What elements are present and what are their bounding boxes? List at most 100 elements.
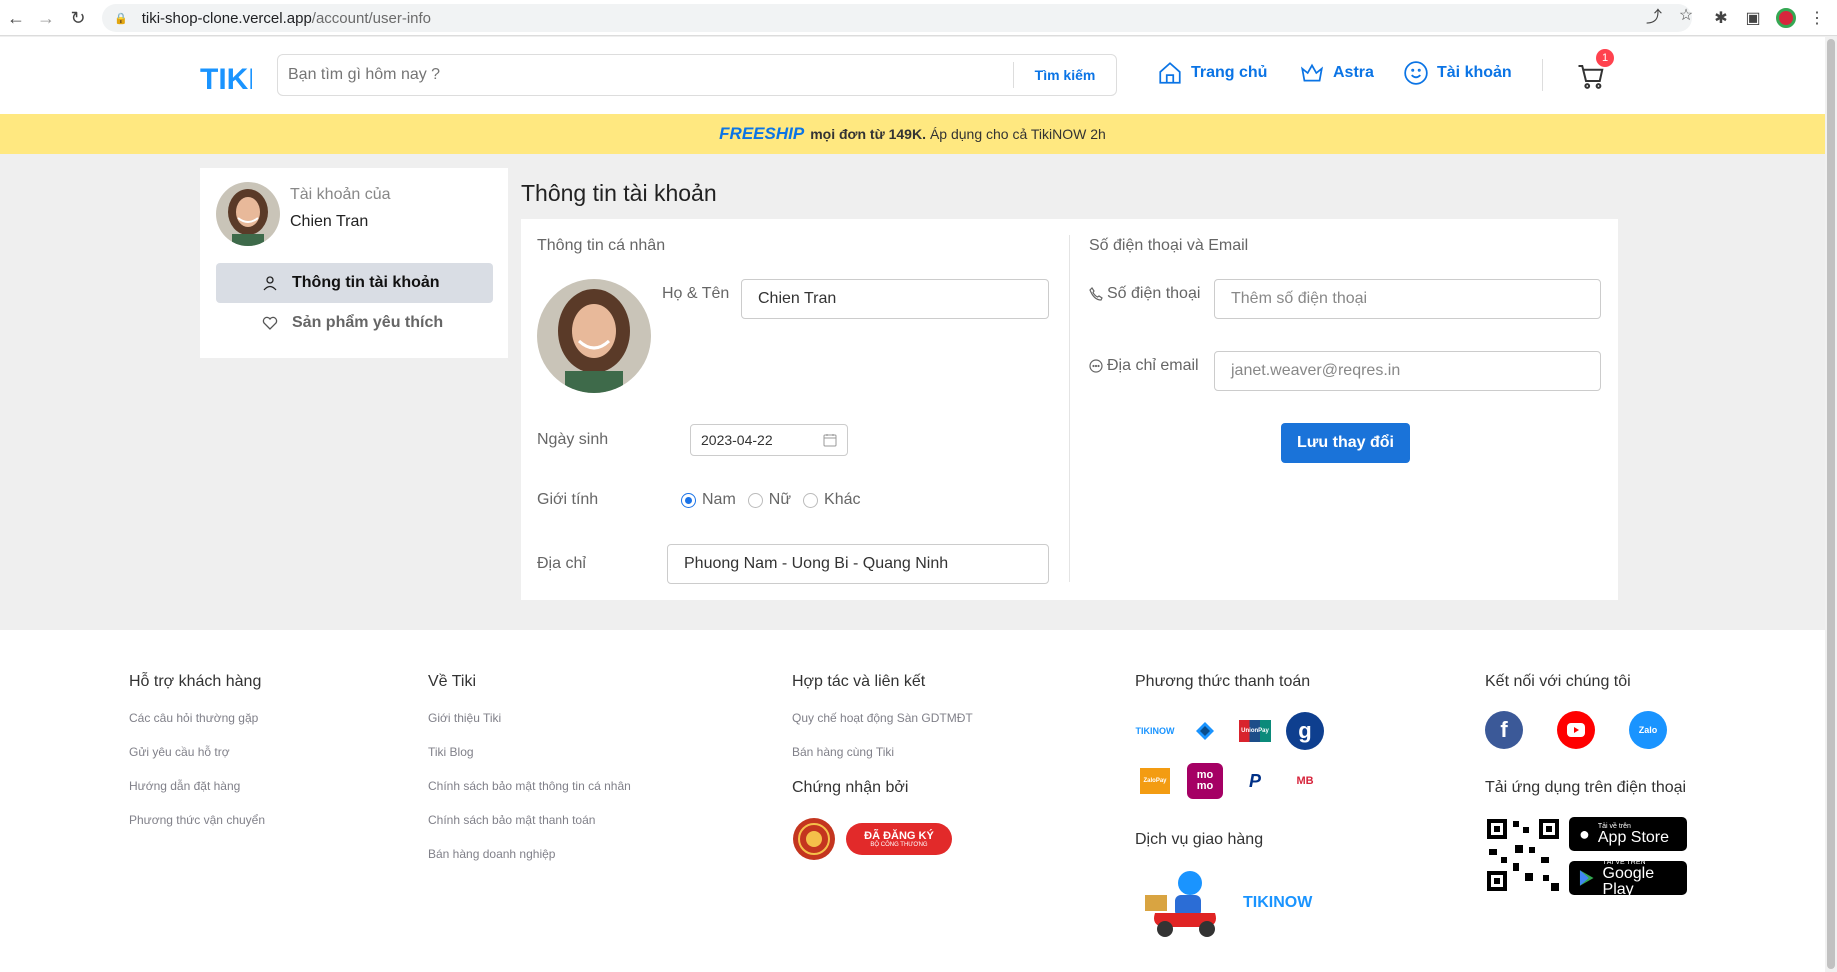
cert-registered-badge[interactable]: ĐÃ ĐĂNG KÝ BỘ CÔNG THƯƠNG — [846, 823, 952, 855]
share-icon[interactable]: ⤴ — [1643, 4, 1665, 26]
gender-option-male[interactable]: Nam — [681, 491, 736, 509]
phone-label-wrap: Số điện thoại — [1089, 285, 1200, 303]
address-bar[interactable]: 🔒 tiki-shop-clone.vercel.app/account/use… — [102, 4, 1692, 32]
phone-icon — [1089, 287, 1103, 301]
freeship-banner: FREESHIP mọi đơn từ 149K. Áp dụng cho cả… — [0, 114, 1825, 154]
account-of-label: Tài khoản của — [290, 186, 391, 203]
gender-option-other[interactable]: Khác — [803, 491, 861, 509]
paypal-icon: P — [1248, 770, 1261, 791]
personal-section-title: Thông tin cá nhân — [537, 237, 666, 254]
footer-link[interactable]: Hướng dẫn đặt hàng — [129, 779, 265, 793]
youtube-icon[interactable] — [1557, 711, 1595, 749]
footer-support-column: Hỗ trợ khách hàng Các câu hỏi thường gặp… — [129, 673, 265, 847]
footer-link[interactable]: Quy chế hoạt động Sàn GDTMĐT — [792, 711, 973, 725]
footer-link[interactable]: Gửi yêu cầu hỗ trợ — [129, 745, 265, 759]
extensions-icon[interactable]: ✱ — [1710, 7, 1732, 29]
cart-count-badge: 1 — [1596, 49, 1614, 67]
menu-kebab-icon[interactable]: ⋮ — [1806, 7, 1828, 29]
name-field[interactable]: Chien Tran — [741, 279, 1049, 319]
cert-seal-icon[interactable] — [792, 817, 836, 861]
nav-astra[interactable]: Astra — [1299, 60, 1374, 86]
footer-about-title: Về Tiki — [428, 673, 477, 690]
google-play-button[interactable]: TẢI VỀ TRÊN Google Play — [1569, 859, 1687, 898]
freeship-label: FREESHIP — [719, 124, 805, 143]
section-divider — [1069, 235, 1070, 582]
app-store-big: App Store — [1597, 828, 1670, 846]
search-button[interactable]: Tìm kiếm — [1014, 67, 1116, 83]
footer-partner-title: Hợp tác và liên kết — [792, 673, 926, 690]
search-input[interactable] — [278, 56, 1013, 94]
zalo-icon[interactable]: Zalo — [1629, 711, 1667, 749]
user-photo-icon — [537, 279, 651, 393]
message-icon — [1089, 359, 1103, 373]
sidebar-item-label: Thông tin tài khoản — [292, 274, 440, 291]
sidebar-item-account-info[interactable]: Thông tin tài khoản — [216, 263, 493, 303]
account-sidebar: Tài khoản của Chien Tran Thông tin tài k… — [200, 168, 508, 358]
back-icon[interactable]: ← — [2, 4, 30, 32]
dob-date-picker[interactable]: 2023-04-22 — [690, 424, 848, 456]
scrollbar-thumb[interactable] — [1827, 39, 1835, 969]
nav-astra-label: Astra — [1333, 64, 1374, 81]
sidebar-item-favorites[interactable]: Sản phẩm yêu thích — [216, 303, 493, 343]
gpay-icon: g — [1285, 711, 1325, 751]
app-store-button[interactable]: ● Tải về trên App Store — [1569, 817, 1687, 851]
apple-icon: ● — [1579, 823, 1590, 844]
qr-code-icon[interactable] — [1485, 817, 1561, 893]
tikinow-pay-icon: TIKINOW — [1135, 726, 1175, 736]
url-path: /account/user-info — [311, 9, 432, 27]
save-changes-button[interactable]: Lưu thay đổi — [1281, 423, 1410, 463]
gender-radio-group: Nam Nữ Khác — [681, 491, 863, 509]
nav-account-label: Tài khoản — [1437, 64, 1512, 81]
cert-badge-sub: BỘ CÔNG THƯƠNG — [870, 842, 928, 848]
footer-link[interactable]: Tiki Blog — [428, 745, 631, 759]
google-play-icon — [1579, 870, 1594, 886]
gender-option-female[interactable]: Nữ — [747, 491, 791, 509]
email-field[interactable]: janet.weaver@reqres.in — [1214, 351, 1601, 391]
account-info-panel: Thông tin cá nhân Họ & Tên Chien Tran Ng… — [521, 219, 1618, 600]
address-field[interactable]: Phuong Nam - Uong Bi - Quang Ninh — [667, 544, 1049, 584]
facebook-icon[interactable]: f — [1485, 711, 1523, 749]
nav-home[interactable]: Trang chủ — [1157, 60, 1267, 86]
footer-payment-title: Phương thức thanh toán — [1135, 673, 1311, 690]
tiki-logo[interactable]: TIKI — [198, 55, 252, 95]
bookmark-star-icon[interactable]: ☆ — [1675, 4, 1697, 26]
forward-icon[interactable]: → — [32, 4, 60, 32]
footer-link[interactable]: Các câu hỏi thường gặp — [129, 711, 265, 725]
footer-link[interactable]: Chính sách bảo mật thanh toán — [428, 813, 631, 827]
nav-account[interactable]: Tài khoản — [1403, 60, 1512, 86]
footer-app-title: Tải ứng dụng trên điện thoại — [1485, 779, 1687, 796]
mbbank-icon: MB — [1296, 775, 1314, 787]
footer-link[interactable]: Phương thức vận chuyển — [129, 813, 265, 827]
footer-link[interactable]: Giới thiệu Tiki — [428, 711, 631, 725]
profile-avatar-icon[interactable] — [1776, 8, 1796, 28]
calendar-icon — [823, 434, 837, 447]
nav-home-label: Trang chủ — [1191, 64, 1268, 81]
delivery-scooter-icon — [1145, 871, 1216, 937]
page-scrollbar[interactable] — [1825, 37, 1837, 972]
profile-avatar[interactable] — [537, 279, 651, 393]
delivery-services: TIKINOW — [1135, 865, 1325, 941]
crown-icon — [1300, 63, 1324, 82]
footer-link[interactable]: Chính sách bảo mật thông tin cá nhân — [428, 779, 631, 793]
smiley-icon — [1404, 61, 1428, 85]
sidebar-item-label: Sản phẩm yêu thích — [292, 314, 444, 331]
freeship-note: Áp dụng cho cả TikiNOW 2h — [929, 126, 1106, 142]
reload-icon[interactable]: ↻ — [64, 4, 92, 32]
footer-link[interactable]: Bán hàng doanh nghiệp — [428, 847, 631, 861]
radio-icon — [747, 492, 763, 508]
footer-link[interactable]: Bán hàng cùng Tiki — [792, 745, 973, 759]
lock-icon: 🔒 — [114, 12, 128, 25]
side-panel-icon[interactable]: ▣ — [1742, 7, 1764, 29]
google-play-big: Google Play — [1602, 864, 1655, 898]
phone-label: Số điện thoại — [1107, 285, 1201, 302]
footer-about-column: Về Tiki Giới thiệu Tiki Tiki Blog Chính … — [428, 673, 631, 881]
site-header: TIKI Tìm kiếm Trang chủ Astra Tài khoản … — [0, 37, 1825, 114]
card-icon — [1185, 711, 1225, 751]
cert-badges: ĐÃ ĐĂNG KÝ BỘ CÔNG THƯƠNG — [792, 817, 973, 861]
footer-delivery-title: Dịch vụ giao hàng — [1135, 831, 1264, 848]
phone-field[interactable]: Thêm số điện thoại — [1214, 279, 1601, 319]
radio-selected-icon — [681, 492, 696, 508]
email-label-wrap: Địa chỉ email — [1089, 357, 1199, 375]
page-title: Thông tin tài khoản — [521, 180, 717, 206]
footer-connect-column: Kết nối với chúng tôi f Zalo Tải ứng dụn… — [1485, 673, 1687, 905]
